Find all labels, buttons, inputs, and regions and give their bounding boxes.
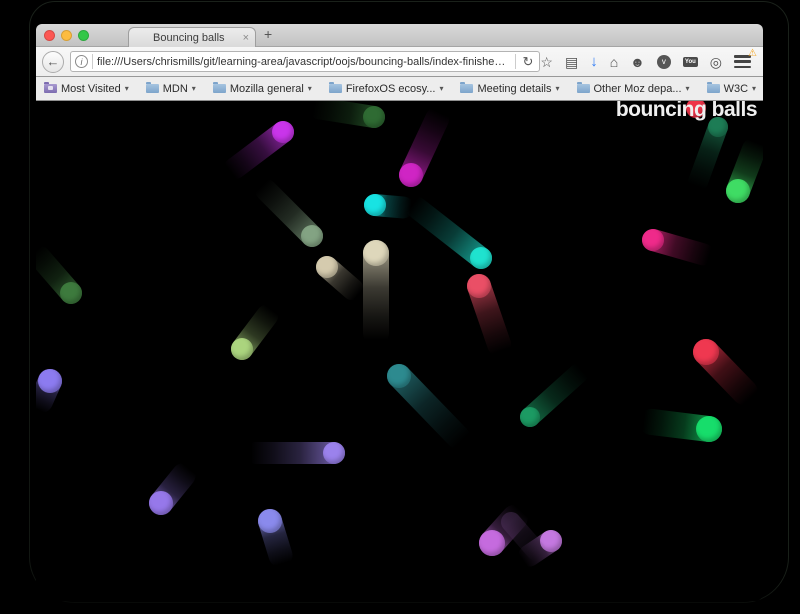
youtube-addon-icon[interactable]: You: [683, 57, 698, 67]
bookmarks-bar: Most Visited ▾ MDN ▾ Mozilla general ▾ F…: [36, 77, 763, 101]
chevron-down-icon: ▾: [192, 84, 196, 93]
bookmark-label: Meeting details: [477, 83, 551, 95]
ball: [520, 407, 540, 427]
reading-list-icon[interactable]: ▤: [565, 55, 578, 69]
bookmark-firefoxos-ecosystem[interactable]: FirefoxOS ecosy... ▾: [329, 83, 444, 95]
ball: [696, 416, 722, 442]
chevron-down-icon: ▾: [308, 84, 312, 93]
new-tab-button[interactable]: +: [264, 26, 272, 42]
url-separator: [92, 54, 93, 69]
url-separator: [515, 54, 516, 69]
close-window-button[interactable]: [44, 30, 55, 41]
ball: [364, 194, 386, 216]
bookmark-mozilla-general[interactable]: Mozilla general ▾: [213, 83, 312, 95]
ball: [693, 339, 719, 365]
ball: [363, 240, 389, 266]
minimize-window-button[interactable]: [61, 30, 72, 41]
chevron-down-icon: ▾: [439, 84, 443, 93]
ball: [316, 256, 338, 278]
folder-icon: [577, 84, 590, 93]
ball: [726, 179, 750, 203]
home-icon[interactable]: ⌂: [610, 55, 618, 69]
ball: [272, 121, 294, 143]
zoom-window-button[interactable]: [78, 30, 89, 41]
ball: [149, 491, 173, 515]
folder-icon: [146, 84, 159, 93]
bookmark-w3c[interactable]: W3C ▾: [707, 83, 756, 95]
tab-title: Bouncing balls: [135, 32, 243, 44]
page-content: bouncing balls: [36, 101, 763, 601]
bookmark-meeting-details[interactable]: Meeting details ▾: [460, 83, 559, 95]
reload-icon[interactable]: ↻: [520, 54, 535, 70]
pocket-icon[interactable]: v: [657, 55, 671, 69]
ball: [387, 364, 411, 388]
bookmark-label: FirefoxOS ecosy...: [346, 83, 436, 95]
balls-layer: [36, 101, 763, 601]
chevron-down-icon: ▾: [125, 84, 129, 93]
traffic-lights: [44, 30, 89, 41]
downloads-icon[interactable]: ↓: [590, 54, 598, 69]
browser-window: Bouncing balls × + ← i ↻ ☆ ▤ ↓ ⌂ ☻ v You…: [36, 24, 763, 601]
warning-badge-icon: ⚠: [748, 48, 757, 59]
ball: [231, 338, 253, 360]
chevron-down-icon: ▾: [555, 84, 559, 93]
ball: [258, 509, 282, 533]
tab-bouncing-balls[interactable]: Bouncing balls ×: [128, 27, 256, 47]
hello-icon[interactable]: ☻: [630, 55, 645, 69]
bookmark-label: Other Moz depa...: [594, 83, 682, 95]
chevron-down-icon: ▾: [686, 84, 690, 93]
bookmark-label: MDN: [163, 83, 188, 95]
ball: [38, 369, 62, 393]
page-title: bouncing balls: [616, 101, 757, 122]
folder-icon: [329, 84, 342, 93]
smart-folder-icon: [44, 84, 57, 93]
bookmark-most-visited[interactable]: Most Visited ▾: [44, 83, 129, 95]
ball: [642, 229, 664, 251]
menu-bar: [734, 60, 751, 63]
bookmark-label: Mozilla general: [230, 83, 304, 95]
ball: [363, 106, 385, 128]
menu-bar: [734, 66, 751, 69]
menu-button[interactable]: ⚠: [734, 55, 751, 68]
bookmark-other-moz-departments[interactable]: Other Moz depa... ▾: [577, 83, 690, 95]
bookmark-label: Most Visited: [61, 83, 121, 95]
folder-icon: [707, 84, 720, 93]
nav-toolbar: ← i ↻ ☆ ▤ ↓ ⌂ ☻ v You ◎ ⚠: [36, 47, 763, 77]
ball: [470, 247, 492, 269]
tab-close-icon[interactable]: ×: [243, 32, 249, 44]
fingerprint-addon-icon[interactable]: ◎: [710, 55, 722, 69]
bookmark-mdn[interactable]: MDN ▾: [146, 83, 196, 95]
bookmark-label: W3C: [724, 83, 748, 95]
folder-icon: [213, 84, 226, 93]
toolbar-icons: ☆ ▤ ↓ ⌂ ☻ v You ◎ ⚠: [540, 54, 751, 69]
titlebar[interactable]: Bouncing balls × +: [36, 24, 763, 47]
ball: [479, 530, 505, 556]
ball: [60, 282, 82, 304]
site-info-icon[interactable]: i: [75, 55, 88, 68]
bookmark-star-icon[interactable]: ☆: [540, 55, 553, 69]
chevron-down-icon: ▾: [752, 84, 756, 93]
url-bar[interactable]: i ↻: [70, 51, 540, 72]
ball: [323, 442, 345, 464]
ball: [301, 225, 323, 247]
ball: [467, 274, 491, 298]
url-input[interactable]: [97, 56, 511, 68]
folder-icon: [460, 84, 473, 93]
back-button[interactable]: ←: [42, 51, 64, 73]
ball: [399, 163, 423, 187]
